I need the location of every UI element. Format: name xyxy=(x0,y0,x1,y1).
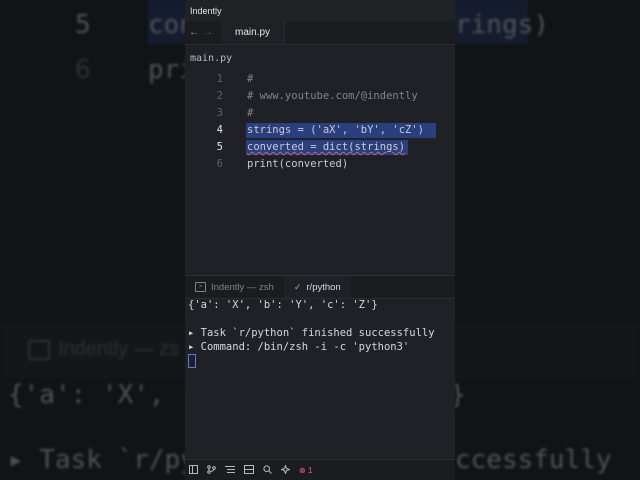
tab-main-py[interactable]: main.py xyxy=(221,21,286,44)
background-shade-right xyxy=(455,0,640,480)
code-line: 1 # xyxy=(185,71,455,88)
error-count: 1 xyxy=(307,465,313,475)
background-shade-left xyxy=(0,0,185,480)
terminal-tabs: > Indently — zsh ✓ r/python xyxy=(185,276,455,299)
sidebar-toggle-icon[interactable] xyxy=(189,464,198,476)
back-arrow-icon[interactable]: ← xyxy=(189,27,199,38)
code-line: 6 print(converted) xyxy=(185,156,455,173)
code-text: # xyxy=(247,107,254,119)
ai-assistant-icon[interactable] xyxy=(279,463,292,476)
code-line: 3 # xyxy=(185,105,455,122)
nav-buttons: ← → xyxy=(185,21,221,44)
status-bar: ⊗ 1 xyxy=(185,459,455,480)
output-line: {'a': 'X', 'b': 'Y', 'c': 'Z'} xyxy=(188,299,378,311)
tab-label: Indently — zsh xyxy=(211,281,274,293)
code-text: # www.youtube.com/@indently xyxy=(247,90,418,102)
terminal-cursor xyxy=(188,354,196,368)
line-number: 6 xyxy=(216,158,223,170)
code-text: strings = ('aX', 'bY', 'cZ') xyxy=(247,124,425,136)
forward-arrow-icon[interactable]: → xyxy=(203,27,213,38)
code-line: 2 # www.youtube.com/@indently xyxy=(185,88,455,105)
check-icon: ✓ xyxy=(293,281,302,292)
diagnostics-button[interactable]: ⊗ 1 xyxy=(299,466,312,475)
terminal-icon: > xyxy=(195,282,206,292)
code-line: 5 converted = dict(strings) xyxy=(185,139,455,156)
tab-r-python[interactable]: ✓ r/python xyxy=(283,276,351,298)
split-icon[interactable] xyxy=(244,464,254,476)
tab-label: r/python xyxy=(306,281,341,293)
tab-bar: ← → main.py xyxy=(185,21,455,45)
line-number: 3 xyxy=(216,107,223,119)
line-number: 5 xyxy=(216,141,223,153)
breadcrumb-file[interactable]: main.py xyxy=(190,53,232,64)
error-icon: ⊗ xyxy=(299,465,306,475)
line-number: 2 xyxy=(216,90,223,102)
terminal-panel: > Indently — zsh ✓ r/python {'a': 'X', '… xyxy=(185,275,455,461)
output-line: ▸ Command: /bin/zsh -i -c 'python3' xyxy=(188,341,410,353)
search-icon[interactable] xyxy=(263,464,272,476)
breadcrumb: main.py xyxy=(185,45,455,71)
window-title: Indently xyxy=(190,5,222,16)
code-text: # xyxy=(247,73,254,85)
outline-icon[interactable] xyxy=(225,465,235,476)
code-text: converted = dict(strings) xyxy=(247,141,406,153)
output-line: ▸ Task `r/python` finished successfully xyxy=(188,327,435,339)
git-branch-icon[interactable] xyxy=(207,464,216,476)
title-bar: Indently xyxy=(185,0,455,21)
code-editor[interactable]: 1 # 2 # www.youtube.com/@indently 3 # 4 … xyxy=(185,71,455,299)
line-number: 1 xyxy=(216,73,223,85)
code-text: print(converted) xyxy=(247,158,349,170)
tab-indently-zsh[interactable]: > Indently — zsh xyxy=(185,276,284,298)
editor-window: Indently ← → main.py main.py 1 # 2 # www… xyxy=(185,0,455,480)
line-number: 4 xyxy=(216,124,223,136)
code-line: 4 strings = ('aX', 'bY', 'cZ') xyxy=(185,122,455,139)
